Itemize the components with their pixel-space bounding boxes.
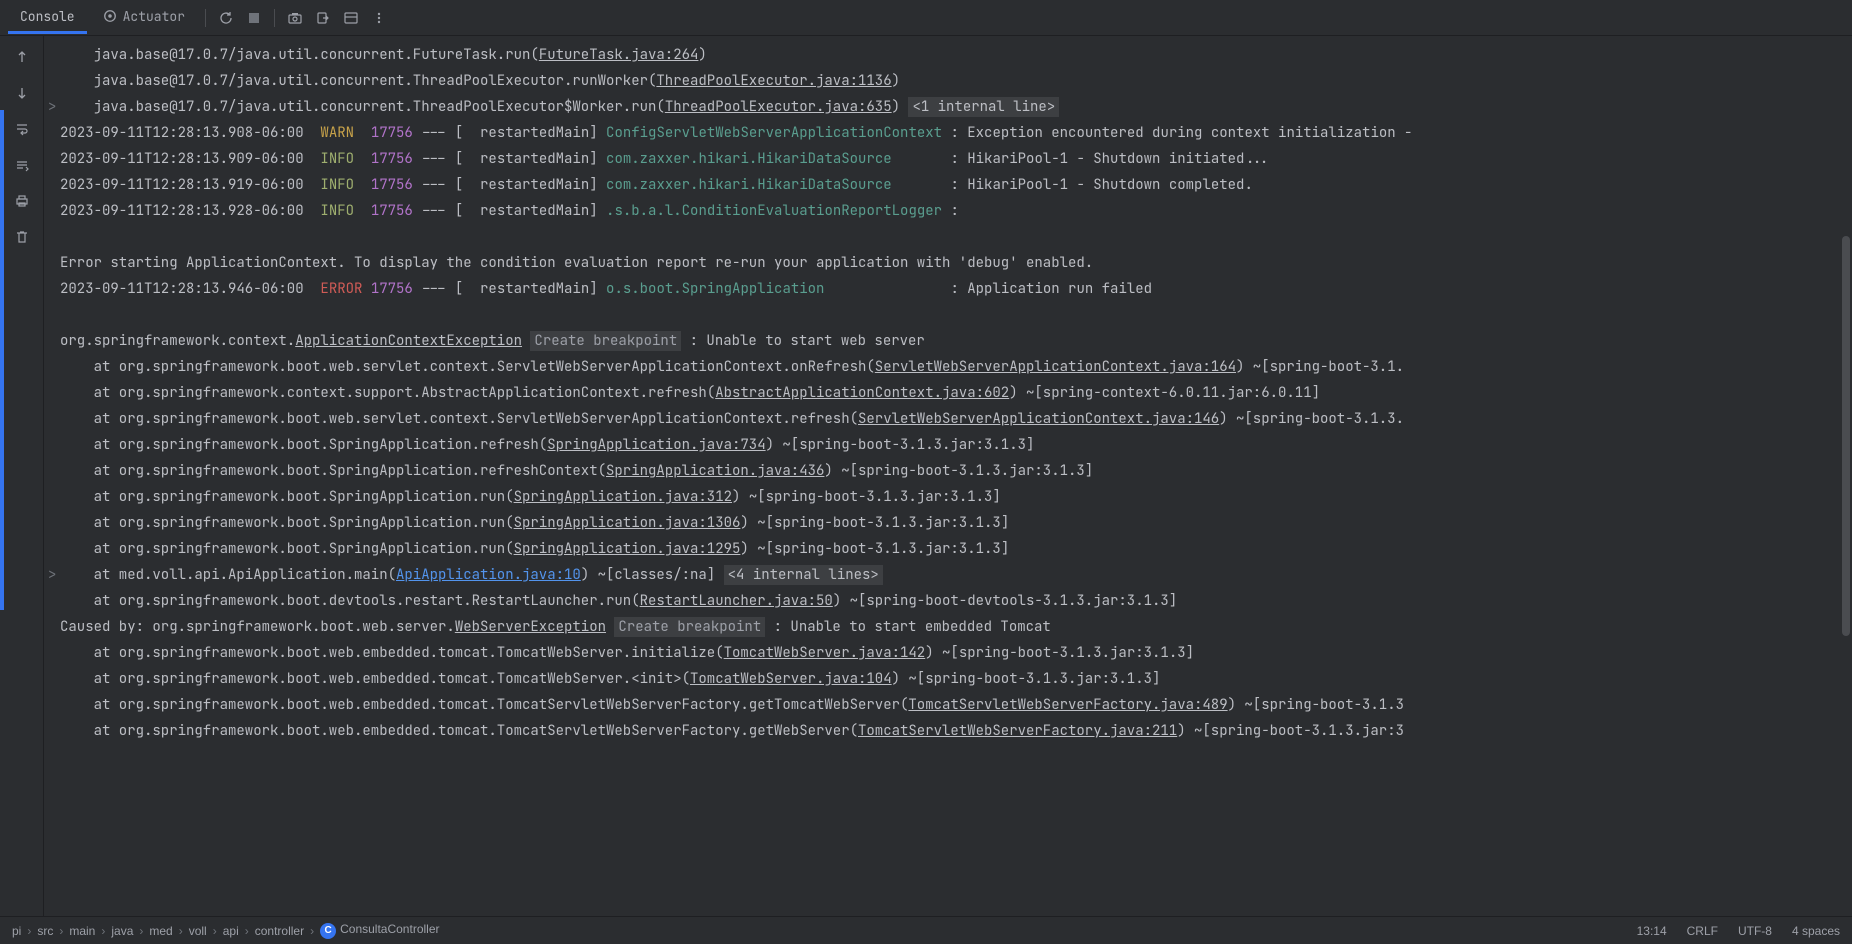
log-level: INFO xyxy=(320,150,362,168)
caret-position[interactable]: 13:14 xyxy=(1637,924,1667,938)
log-level: WARN xyxy=(320,124,362,142)
exception-link[interactable]: WebServerException xyxy=(455,618,606,636)
source-link[interactable]: TomcatServletWebServerFactory.java:489 xyxy=(908,696,1227,714)
source-link[interactable]: ThreadPoolExecutor.java:1136 xyxy=(656,72,891,90)
tab-console[interactable]: Console xyxy=(8,2,87,34)
source-link[interactable]: ThreadPoolExecutor.java:635 xyxy=(665,98,892,116)
breadcrumb-item[interactable]: pi xyxy=(12,924,21,938)
source-link[interactable]: SpringApplication.java:1306 xyxy=(514,514,741,532)
camera-icon[interactable] xyxy=(283,6,307,30)
console-output[interactable]: java.base@17.0.7/java.util.concurrent.Fu… xyxy=(44,36,1852,916)
toolbar-divider-2 xyxy=(274,9,275,27)
breadcrumb: pi›src›main›java›med›voll›api›controller… xyxy=(12,922,440,939)
trash-icon[interactable] xyxy=(9,224,35,250)
file-encoding[interactable]: UTF-8 xyxy=(1738,924,1772,938)
breadcrumb-item[interactable]: controller xyxy=(255,924,304,938)
console-side-toolbar xyxy=(0,36,44,916)
line-separator[interactable]: CRLF xyxy=(1687,924,1718,938)
scrollbar-thumb[interactable] xyxy=(1842,236,1850,636)
breadcrumb-item[interactable]: med xyxy=(149,924,172,938)
stop-button[interactable] xyxy=(242,6,266,30)
breadcrumb-item[interactable]: src xyxy=(37,924,53,938)
source-link[interactable]: ServletWebServerApplicationContext.java:… xyxy=(875,358,1236,376)
log-level: INFO xyxy=(320,202,362,220)
selection-indicator xyxy=(0,110,4,610)
scroll-down-icon[interactable] xyxy=(9,80,35,106)
exception-link[interactable]: ApplicationContextException xyxy=(295,332,522,350)
source-link[interactable]: ServletWebServerApplicationContext.java:… xyxy=(858,410,1219,428)
source-link[interactable]: TomcatWebServer.java:142 xyxy=(724,644,926,662)
actuator-icon xyxy=(103,9,117,23)
layout-icon[interactable] xyxy=(339,6,363,30)
scrollbar[interactable] xyxy=(1840,36,1852,916)
source-link[interactable]: SpringApplication.java:436 xyxy=(606,462,824,480)
source-link[interactable]: TomcatWebServer.java:104 xyxy=(690,670,892,688)
indent-setting[interactable]: 4 spaces xyxy=(1792,924,1840,938)
rerun-button[interactable] xyxy=(214,6,238,30)
log-level: ERROR xyxy=(320,280,362,298)
breadcrumb-item[interactable]: voll xyxy=(189,924,207,938)
breadcrumb-item[interactable]: main xyxy=(69,924,95,938)
source-link[interactable]: AbstractApplicationContext.java:602 xyxy=(715,384,1009,402)
breadcrumb-item[interactable]: api xyxy=(223,924,239,938)
exit-icon[interactable] xyxy=(311,6,335,30)
scroll-to-end-icon[interactable] xyxy=(9,152,35,178)
run-tool-tabs: Console Actuator xyxy=(0,0,1852,36)
print-icon[interactable] xyxy=(9,188,35,214)
toolbar-divider xyxy=(205,9,206,27)
source-link[interactable]: FutureTask.java:264 xyxy=(539,46,699,64)
breadcrumb-item[interactable]: java xyxy=(111,924,133,938)
source-link[interactable]: TomcatServletWebServerFactory.java:211 xyxy=(858,722,1177,740)
create-breakpoint[interactable]: Create breakpoint xyxy=(530,331,681,351)
collapsed-lines-badge[interactable]: <1 internal line> xyxy=(908,97,1059,117)
source-link[interactable]: RestartLauncher.java:50 xyxy=(640,592,833,610)
log-level: INFO xyxy=(320,176,362,194)
collapsed-lines-badge[interactable]: <4 internal lines> xyxy=(724,565,883,585)
soft-wrap-icon[interactable] xyxy=(9,116,35,142)
create-breakpoint[interactable]: Create breakpoint xyxy=(614,617,765,637)
source-link[interactable]: SpringApplication.java:1295 xyxy=(514,540,741,558)
scroll-up-icon[interactable] xyxy=(9,44,35,70)
source-link[interactable]: SpringApplication.java:312 xyxy=(514,488,732,506)
source-link[interactable]: SpringApplication.java:734 xyxy=(547,436,765,454)
class-icon: C xyxy=(320,923,336,939)
expand-chevron-icon[interactable]: > xyxy=(48,562,60,588)
source-link[interactable]: ApiApplication.java:10 xyxy=(396,566,581,584)
tab-actuator[interactable]: Actuator xyxy=(91,2,197,34)
more-icon[interactable] xyxy=(367,6,391,30)
tab-actuator-label: Actuator xyxy=(123,8,185,25)
breadcrumb-item[interactable]: CConsultaController xyxy=(320,922,439,939)
expand-chevron-icon[interactable]: > xyxy=(48,94,60,120)
status-bar: pi›src›main›java›med›voll›api›controller… xyxy=(0,916,1852,944)
